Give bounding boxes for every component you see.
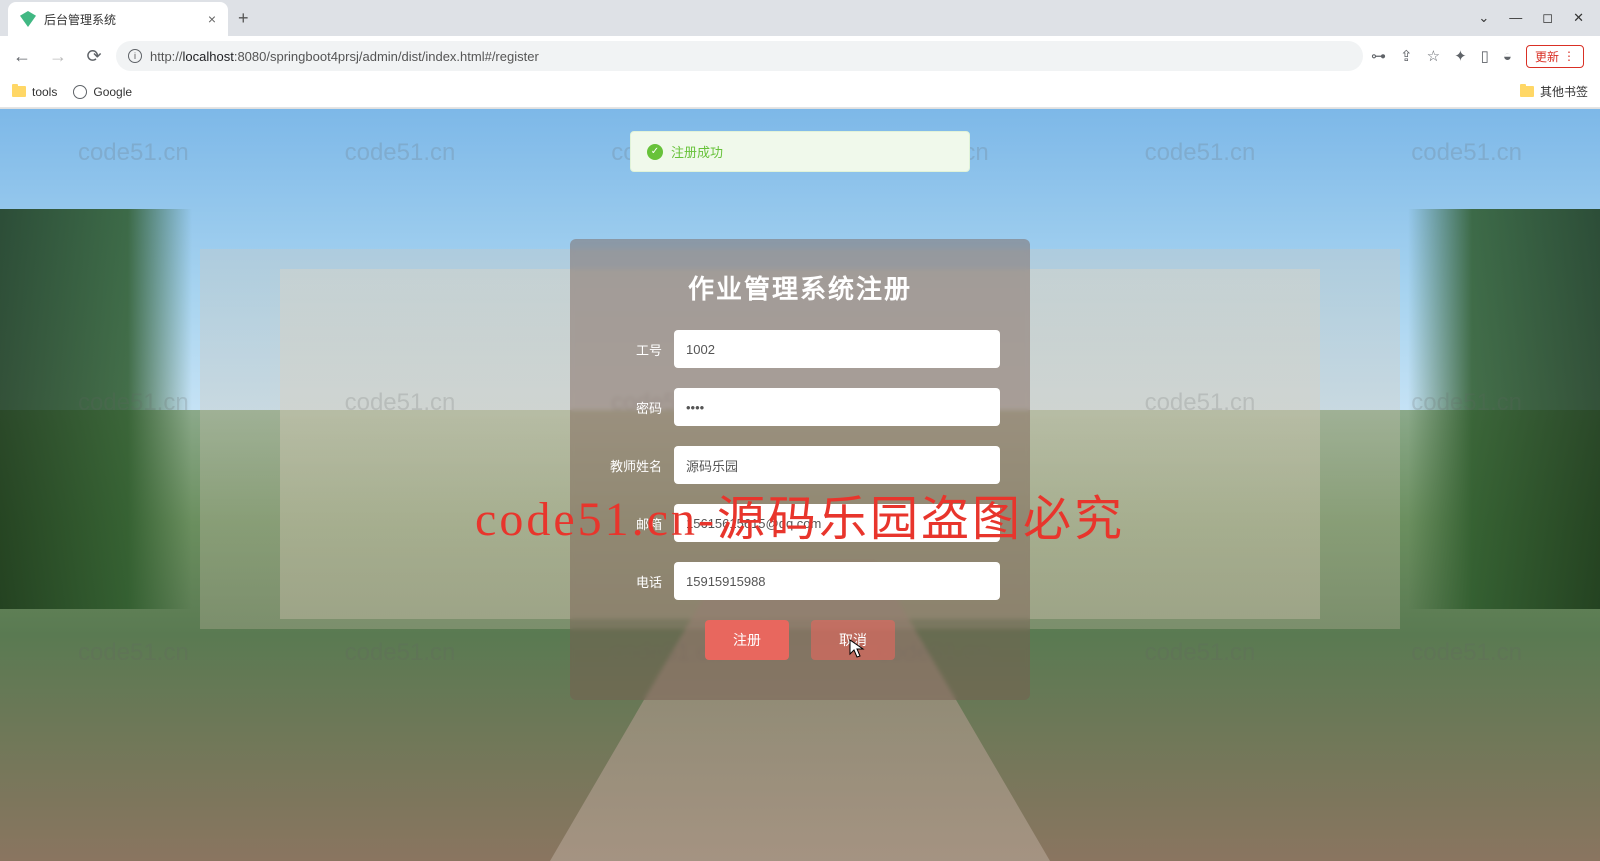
tab-close-icon[interactable]: × bbox=[208, 11, 216, 27]
label-id: 工号 bbox=[600, 340, 662, 359]
check-circle-icon: ✓ bbox=[647, 144, 663, 160]
star-icon[interactable]: ☆ bbox=[1427, 47, 1440, 65]
share-icon[interactable]: ⇪ bbox=[1400, 47, 1413, 65]
browser-chrome: 后台管理系统 × + ⌄ — ◻ ✕ ← → ⟳ i http://localh… bbox=[0, 0, 1600, 109]
profile-icon[interactable]: ◒ bbox=[1503, 48, 1512, 65]
bookmark-tools[interactable]: tools bbox=[12, 85, 57, 99]
window-controls: ⌄ — ◻ ✕ bbox=[1462, 10, 1600, 26]
toast-message: 注册成功 bbox=[671, 142, 723, 161]
chevron-down-icon[interactable]: ⌄ bbox=[1478, 10, 1489, 26]
card-title: 作业管理系统注册 bbox=[600, 269, 1000, 306]
register-card: 作业管理系统注册 工号 密码 教师姓名 邮箱 电话 注册 取消 bbox=[570, 239, 1030, 700]
globe-icon bbox=[73, 85, 87, 99]
bookmark-google[interactable]: Google bbox=[73, 85, 132, 99]
bookmark-other[interactable]: 其他书签 bbox=[1520, 83, 1588, 100]
button-row: 注册 取消 bbox=[600, 620, 1000, 660]
row-teacher-name: 教师姓名 bbox=[600, 446, 1000, 484]
extensions-icon[interactable]: ✦ bbox=[1454, 47, 1467, 65]
success-toast: ✓ 注册成功 bbox=[630, 131, 970, 172]
vue-favicon-icon bbox=[20, 11, 36, 27]
input-email[interactable] bbox=[674, 504, 1000, 542]
input-teacher-name[interactable] bbox=[674, 446, 1000, 484]
tab-title: 后台管理系统 bbox=[44, 11, 116, 28]
menu-dots-icon: ⋮ bbox=[1563, 49, 1575, 63]
page-content: code51.cncode51.cncode51.cncode51.cncode… bbox=[0, 109, 1600, 861]
reload-button[interactable]: ⟳ bbox=[80, 42, 108, 70]
row-email: 邮箱 bbox=[600, 504, 1000, 542]
label-password: 密码 bbox=[600, 398, 662, 417]
label-email: 邮箱 bbox=[600, 514, 662, 533]
toolbar-right: ⊶ ⇪ ☆ ✦ ▯ ◒ 更新⋮ bbox=[1371, 45, 1592, 68]
new-tab-button[interactable]: + bbox=[228, 8, 259, 29]
back-button[interactable]: ← bbox=[8, 42, 36, 70]
input-phone[interactable] bbox=[674, 562, 1000, 600]
address-bar: ← → ⟳ i http://localhost:8080/springboot… bbox=[0, 36, 1600, 76]
input-id[interactable] bbox=[674, 330, 1000, 368]
url-text: http://localhost:8080/springboot4prsj/ad… bbox=[150, 49, 539, 64]
site-info-icon[interactable]: i bbox=[128, 49, 142, 63]
key-icon[interactable]: ⊶ bbox=[1371, 47, 1386, 65]
bookmarks-bar: tools Google 其他书签 bbox=[0, 76, 1600, 108]
forward-button[interactable]: → bbox=[44, 42, 72, 70]
close-window-icon[interactable]: ✕ bbox=[1573, 10, 1584, 26]
label-teacher-name: 教师姓名 bbox=[600, 456, 662, 475]
cancel-button[interactable]: 取消 bbox=[811, 620, 895, 660]
update-button[interactable]: 更新⋮ bbox=[1526, 45, 1584, 68]
label-phone: 电话 bbox=[600, 572, 662, 591]
row-id: 工号 bbox=[600, 330, 1000, 368]
row-password: 密码 bbox=[600, 388, 1000, 426]
row-phone: 电话 bbox=[600, 562, 1000, 600]
folder-icon bbox=[1520, 86, 1534, 97]
reader-icon[interactable]: ▯ bbox=[1481, 47, 1489, 65]
register-button[interactable]: 注册 bbox=[705, 620, 789, 660]
input-password[interactable] bbox=[674, 388, 1000, 426]
browser-tab[interactable]: 后台管理系统 × bbox=[8, 2, 228, 36]
tab-bar: 后台管理系统 × + ⌄ — ◻ ✕ bbox=[0, 0, 1600, 36]
folder-icon bbox=[12, 86, 26, 97]
url-input[interactable]: i http://localhost:8080/springboot4prsj/… bbox=[116, 41, 1363, 71]
maximize-icon[interactable]: ◻ bbox=[1542, 10, 1553, 26]
minimize-icon[interactable]: — bbox=[1509, 10, 1522, 26]
